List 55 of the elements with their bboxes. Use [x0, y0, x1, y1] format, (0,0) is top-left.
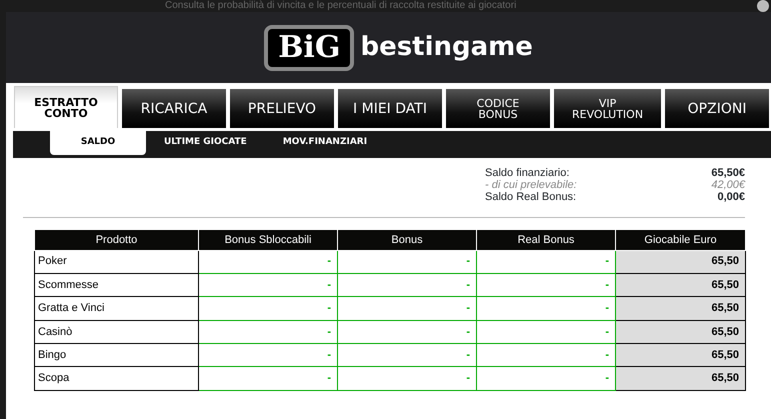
column-header: Giocabile Euro	[616, 230, 746, 250]
menu-tab[interactable]: ESTRATTO CONTO	[14, 86, 118, 128]
table-cell: -	[476, 273, 616, 297]
balance-value: 65,50€	[710, 167, 745, 179]
page-notice: Consulta le probabilità di vincita e le percentuali di raccolta restituite ai giocatori	[165, 0, 516, 12]
table-cell: Gratta e Vinci	[34, 296, 198, 320]
logo-text: bestingame	[360, 31, 533, 64]
menu-tab[interactable]: I MIEI DATI	[338, 89, 442, 128]
sub-tab[interactable]: ULTIME GIOCATE	[146, 131, 265, 155]
sub-tab[interactable]: SALDO	[50, 131, 146, 155]
close-icon[interactable]	[757, 0, 769, 12]
table-cell: -	[476, 344, 616, 367]
table-cell: 65,50	[616, 296, 746, 320]
column-header: Prodotto	[34, 230, 198, 250]
table-cell: -	[476, 250, 616, 274]
table-cell: -	[198, 296, 338, 320]
table-cell: -	[338, 250, 476, 274]
table-cell: Poker	[34, 250, 198, 274]
column-header: Real Bonus	[476, 230, 616, 250]
menu-tab[interactable]: RICARICA	[122, 89, 226, 128]
logo-badge: BiG	[264, 24, 354, 70]
table-cell: -	[338, 320, 476, 344]
balance-label: - di cui prelevabile:	[485, 179, 578, 191]
balance-value: 0,00€	[716, 191, 745, 203]
column-header: Bonus Sbloccabili	[198, 230, 338, 250]
menu-tab[interactable]: VIP REVOLUTION	[554, 89, 662, 128]
table-cell: 65,50	[616, 250, 746, 274]
menu-tab[interactable]: PRELIEVO	[230, 89, 334, 128]
table-cell: 65,50	[616, 366, 746, 390]
table-cell: -	[338, 344, 476, 367]
table-cell: Scommesse	[34, 273, 198, 297]
table-cell: -	[476, 366, 616, 390]
balance-label: Saldo Real Bonus:	[485, 191, 578, 203]
table-cell: Casinò	[34, 320, 198, 344]
table-cell: -	[198, 320, 338, 344]
table-cell: -	[476, 320, 616, 344]
menu-tab[interactable]: OPZIONI	[665, 89, 770, 128]
table-cell: -	[198, 366, 338, 390]
table-cell: Bingo	[34, 344, 198, 367]
menu-tab[interactable]: CODICE BONUS	[446, 89, 550, 128]
table-cell: -	[476, 296, 616, 320]
column-header: Bonus	[338, 230, 476, 250]
table-cell: 65,50	[616, 273, 746, 297]
table-cell: -	[338, 296, 476, 320]
sub-tab[interactable]: MOV.FINANZIARI	[264, 131, 386, 155]
table-cell: -	[338, 273, 476, 297]
table-cell: Scopa	[34, 366, 198, 390]
balance-label: Saldo finanziario:	[485, 167, 570, 179]
table-cell: -	[338, 366, 476, 390]
table-cell: 65,50	[616, 320, 746, 344]
table-cell: 65,50	[616, 344, 746, 367]
table-cell: -	[198, 273, 338, 297]
table-cell: -	[198, 344, 338, 367]
table-cell: -	[198, 250, 338, 274]
balance-value: 42,00€	[710, 179, 745, 191]
